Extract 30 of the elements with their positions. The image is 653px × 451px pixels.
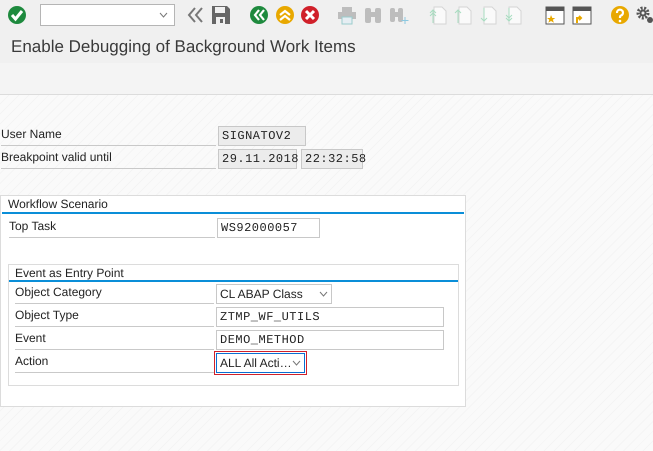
help-icon[interactable] bbox=[610, 5, 630, 25]
input-field[interactable]: DEMO_METHOD bbox=[216, 330, 444, 350]
group-title: Event as Entry Point bbox=[9, 265, 458, 282]
chevron-down-icon bbox=[319, 290, 328, 296]
chevron-down-icon bbox=[292, 360, 301, 366]
double-chevron-left-icon[interactable] bbox=[185, 5, 205, 25]
chevron-down-icon bbox=[159, 12, 168, 18]
back-icon[interactable] bbox=[249, 5, 269, 25]
field-label: Top Task bbox=[9, 217, 215, 238]
input-field[interactable]: 22:32:58 bbox=[301, 148, 363, 168]
input-field[interactable]: ZTMP_WF_UTILS bbox=[216, 306, 444, 326]
input-field[interactable]: SIGNATOV2 bbox=[218, 126, 306, 146]
save-icon[interactable] bbox=[211, 5, 231, 25]
input-field[interactable]: WS92000057 bbox=[217, 218, 320, 238]
window-title: Enable Debugging of Background Work Items bbox=[11, 36, 356, 58]
field-label: Event bbox=[15, 329, 214, 350]
command-field[interactable] bbox=[40, 4, 175, 26]
double-chevron-up-icon[interactable] bbox=[275, 5, 295, 25]
close-icon[interactable] bbox=[300, 5, 320, 25]
dropdown-field[interactable]: CL ABAP Class bbox=[216, 284, 332, 304]
field-label: Breakpoint valid until bbox=[1, 148, 216, 169]
group-title: Workflow Scenario bbox=[2, 196, 464, 214]
check-icon[interactable] bbox=[7, 5, 27, 25]
field-label: Action bbox=[15, 352, 214, 373]
gear-icon[interactable] bbox=[635, 5, 653, 25]
field-label: Object Category bbox=[15, 283, 214, 304]
dropdown-field[interactable]: ALL All Acti… bbox=[216, 352, 305, 372]
field-label: User Name bbox=[1, 125, 216, 146]
field-label: Object Type bbox=[15, 306, 214, 327]
input-field[interactable]: 29.11.2018 bbox=[218, 148, 297, 168]
